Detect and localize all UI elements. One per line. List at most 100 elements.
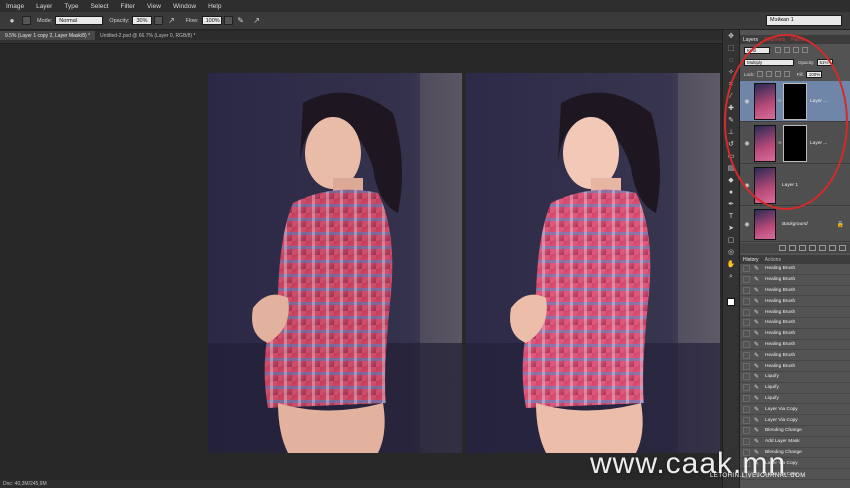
layer-filter-kind[interactable]: Kind (744, 46, 770, 54)
history-brush-source-checkbox[interactable] (743, 297, 750, 305)
clone-stamp-tool-icon[interactable]: ⊥ (724, 127, 738, 138)
new-group-icon[interactable] (819, 245, 826, 251)
pressure-opacity-icon[interactable]: ↗ (166, 16, 176, 26)
brush-tool-icon[interactable]: ✎ (724, 115, 738, 126)
menu-view[interactable]: View (147, 3, 161, 10)
menu-image[interactable]: Image (6, 3, 24, 10)
tab-history[interactable]: History (740, 257, 762, 263)
history-brush-source-checkbox[interactable] (743, 286, 750, 294)
type-tool-icon[interactable]: T (724, 211, 738, 222)
history-item[interactable]: ✎ Healing Brush (740, 350, 850, 362)
history-brush-source-checkbox[interactable] (743, 265, 750, 273)
crop-tool-icon[interactable]: ⌗ (724, 79, 738, 90)
opacity-dropdown[interactable] (154, 16, 164, 25)
pen-tool-icon[interactable]: ✒ (724, 199, 738, 210)
menu-help[interactable]: Help (208, 3, 221, 10)
history-item[interactable]: ✎ Liquify (740, 371, 850, 383)
lasso-tool-icon[interactable]: ◌ (724, 55, 738, 66)
fill-input[interactable]: 100% (805, 70, 822, 78)
layer-style-icon[interactable] (789, 245, 796, 251)
history-brush-source-checkbox[interactable] (743, 330, 750, 338)
mode-select[interactable]: Normal (55, 16, 104, 25)
tab-layers[interactable]: Layers (740, 37, 761, 43)
history-item[interactable]: ✎ Blending Change (740, 425, 850, 437)
menu-select[interactable]: Select (90, 3, 108, 10)
photo-before[interactable] (208, 73, 462, 453)
eraser-tool-icon[interactable]: ▭ (724, 151, 738, 162)
foreground-color-swatch[interactable] (727, 298, 735, 306)
canvas-area[interactable] (0, 44, 722, 480)
history-brush-source-checkbox[interactable] (743, 427, 750, 435)
layer-row[interactable]: ◉ Background 🔒 (740, 207, 850, 242)
history-brush-source-checkbox[interactable] (743, 438, 750, 446)
history-item[interactable]: ✎ Healing Brush (740, 264, 850, 275)
filter-pixel-icon[interactable] (775, 47, 781, 53)
adjustment-layer-icon[interactable] (809, 245, 816, 251)
layer-row[interactable]: ◉ Layer 1 (740, 165, 850, 206)
history-brush-source-checkbox[interactable] (743, 394, 750, 402)
history-item[interactable]: ✎ Healing Brush (740, 307, 850, 318)
airbrush-icon[interactable]: ✎ (236, 16, 246, 26)
quick-select-tool-icon[interactable]: ✧ (724, 67, 738, 78)
layer-name[interactable]: Layer ... (810, 141, 827, 146)
visibility-eye-icon[interactable]: ◉ (740, 140, 754, 147)
filter-shape-icon[interactable] (802, 47, 808, 53)
filter-type-icon[interactable] (793, 47, 799, 53)
lock-pixels-icon[interactable] (765, 71, 772, 77)
history-item[interactable]: ✎ Add Layer Mask (740, 436, 850, 448)
brush-preset-icon[interactable]: ● (7, 16, 17, 26)
flow-input[interactable]: 100% (201, 16, 222, 25)
blend-mode-select[interactable]: Multiply (744, 58, 794, 66)
lock-transparent-icon[interactable] (756, 71, 763, 77)
pressure-size-icon[interactable]: ↗ (252, 16, 262, 26)
workspace-select[interactable]: Мэйкап 1 (766, 15, 842, 26)
menu-filter[interactable]: Filter (121, 3, 135, 10)
photo-after[interactable] (466, 73, 720, 453)
menu-layer[interactable]: Layer (36, 3, 52, 10)
new-layer-icon[interactable] (829, 245, 836, 251)
hand-tool-icon[interactable]: ✋ (724, 259, 738, 270)
history-item[interactable]: ✎ Healing Brush (740, 339, 850, 351)
link-layers-icon[interactable] (779, 245, 786, 251)
history-brush-source-checkbox[interactable] (743, 373, 750, 381)
path-select-tool-icon[interactable]: ➤ (724, 223, 738, 234)
history-brush-source-checkbox[interactable] (743, 308, 750, 316)
history-item[interactable]: ✎ Healing Brush (740, 274, 850, 286)
history-item[interactable]: ✎ Layer Via Copy (740, 404, 850, 416)
blur-tool-icon[interactable]: ◆ (724, 175, 738, 186)
opacity-input[interactable]: 30% (132, 16, 153, 25)
brush-size-picker[interactable] (22, 16, 31, 25)
eyedropper-tool-icon[interactable]: ⁄ (724, 91, 738, 102)
history-brush-source-checkbox[interactable] (743, 416, 750, 424)
3d-tool-icon[interactable]: ◎ (724, 247, 738, 258)
history-item[interactable]: ✎ Healing Brush (740, 296, 850, 308)
lock-all-icon[interactable] (783, 71, 790, 77)
menu-window[interactable]: Window (173, 3, 196, 10)
flow-dropdown[interactable] (223, 16, 233, 25)
delete-layer-icon[interactable] (839, 245, 846, 251)
shape-tool-icon[interactable]: ▢ (724, 235, 738, 246)
visibility-eye-icon[interactable]: ◉ (740, 98, 754, 105)
menu-type[interactable]: Type (64, 3, 78, 10)
history-item[interactable]: ✎ Healing Brush (740, 285, 850, 297)
move-tool-icon[interactable]: ✥ (724, 31, 738, 42)
history-item[interactable]: ✎ Layer Via Copy (740, 415, 850, 426)
layer-name[interactable]: Layer ... (810, 99, 827, 104)
layer-opacity-input[interactable]: 51% (816, 58, 833, 66)
history-brush-source-checkbox[interactable] (743, 319, 750, 327)
history-item[interactable]: ✎ Healing Brush (740, 317, 850, 329)
tab-document-1[interactable]: 9.5% (Layer 1 copy 2, Layer Mask/8) * (0, 31, 96, 40)
visibility-eye-icon[interactable]: ◉ (740, 182, 754, 189)
history-item[interactable]: ✎ Healing Brush (740, 361, 850, 372)
layer-name[interactable]: Layer 1 (782, 183, 798, 188)
add-mask-icon[interactable] (799, 245, 806, 251)
dodge-tool-icon[interactable]: ● (724, 187, 738, 198)
history-item[interactable]: ✎ Liquify (740, 382, 850, 394)
history-brush-source-checkbox[interactable] (743, 362, 750, 370)
layer-mask-thumbnail[interactable] (783, 82, 807, 120)
marquee-tool-icon[interactable]: ⬚ (724, 43, 738, 54)
gradient-tool-icon[interactable]: ▤ (724, 163, 738, 174)
history-brush-source-checkbox[interactable] (743, 276, 750, 284)
history-brush-source-checkbox[interactable] (743, 351, 750, 359)
filter-adjust-icon[interactable] (784, 47, 790, 53)
